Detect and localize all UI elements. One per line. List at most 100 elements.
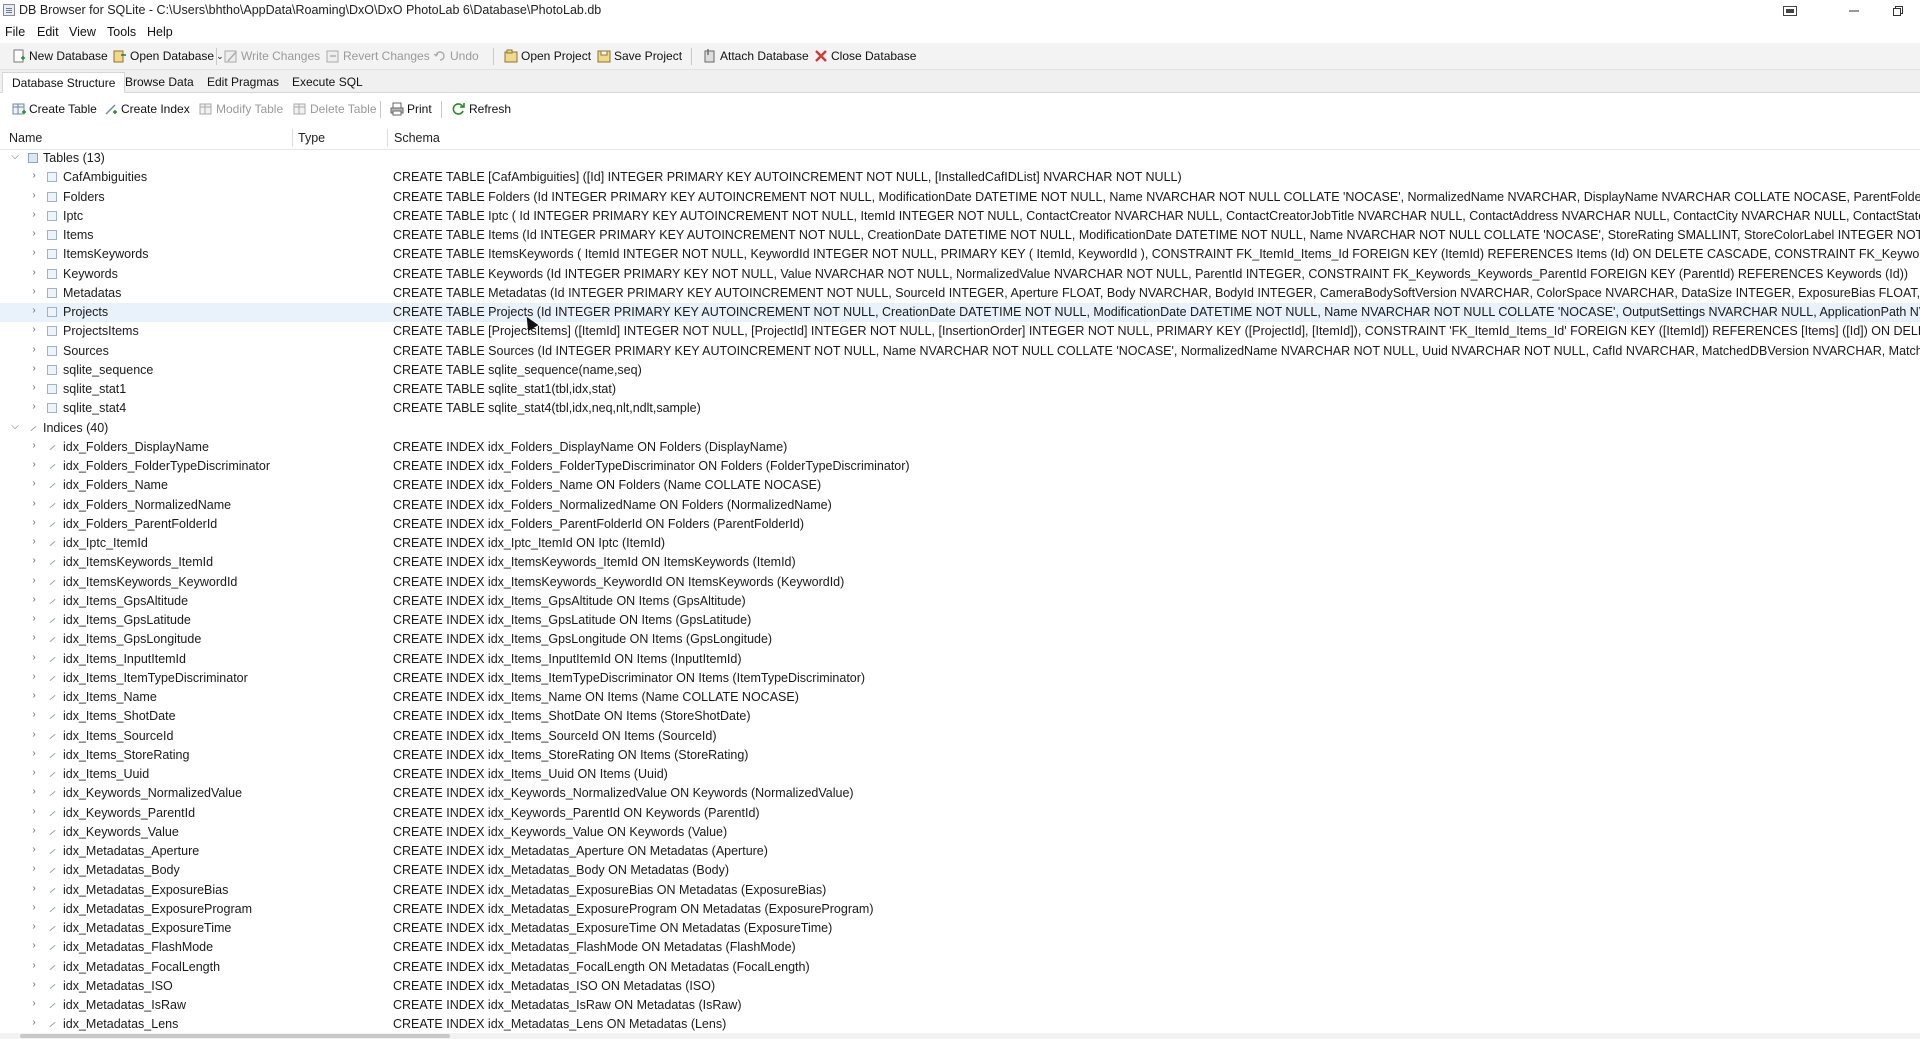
chevron-right-icon[interactable]: › (29, 768, 39, 778)
chevron-right-icon[interactable]: › (29, 209, 39, 220)
chevron-right-icon[interactable]: › (29, 460, 39, 470)
table-row[interactable]: › Sources CREATE TABLE Sources (Id INTEGER… (0, 342, 1920, 361)
chevron-right-icon[interactable]: › (29, 267, 39, 278)
save-project-button[interactable]: Save Project (597, 47, 682, 65)
chevron-right-icon[interactable]: › (29, 633, 39, 643)
delete-table-button[interactable]: Delete Table (293, 100, 377, 118)
chevron-right-icon[interactable]: › (29, 171, 39, 181)
index-row[interactable]: › idx_Metadatas_ISO CREATE INDEX idx_Metad… (0, 977, 1920, 996)
chevron-right-icon[interactable]: › (29, 479, 39, 489)
chevron-right-icon[interactable]: › (29, 517, 39, 528)
table-row[interactable]: › sqlite_stat4 CREATE TABLE sqlite_stat4(t… (0, 399, 1920, 418)
create-index-button[interactable]: Create Index (104, 100, 190, 118)
menu-edit[interactable]: Edit (37, 25, 59, 39)
chevron-right-icon[interactable]: › (29, 748, 39, 759)
index-row[interactable]: › idx_Keywords_Value CREATE INDEX idx_Keyw… (0, 823, 1920, 842)
undo-button[interactable]: Undo (433, 47, 479, 65)
menu-tools[interactable]: Tools (107, 25, 136, 39)
chevron-right-icon[interactable]: › (29, 845, 39, 855)
chevron-right-icon[interactable]: › (29, 248, 39, 258)
table-row[interactable]: › sqlite_stat1 CREATE TABLE sqlite_stat1(t… (0, 380, 1920, 399)
write-changes-button[interactable]: Write Changes (224, 47, 320, 65)
table-row[interactable]: › sqlite_sequence CREATE TABLE sqlite_sequ… (0, 361, 1920, 380)
column-divider[interactable] (387, 129, 388, 147)
chevron-right-icon[interactable]: › (29, 229, 39, 239)
close-database-button[interactable]: Close Database (814, 47, 916, 65)
chevron-right-icon[interactable]: › (29, 594, 39, 605)
index-row[interactable]: › idx_Folders_ParentFolderId CREATE INDEX … (0, 515, 1920, 534)
index-row[interactable]: › idx_Items_ShotDate CREATE INDEX idx_Item… (0, 707, 1920, 726)
chevron-right-icon[interactable]: › (29, 383, 39, 393)
index-row[interactable]: › idx_Folders_Name CREATE INDEX idx_Folder… (0, 476, 1920, 495)
chevron-down-icon[interactable]: ⌵ (10, 152, 20, 162)
chevron-right-icon[interactable]: › (29, 864, 39, 874)
index-row[interactable]: › idx_Folders_FolderTypeDiscriminator CREA… (0, 457, 1920, 476)
index-row[interactable]: › idx_Items_Name CREATE INDEX idx_Items_Na… (0, 688, 1920, 707)
index-row[interactable]: › idx_Items_InputItemId CREATE INDEX idx_I… (0, 650, 1920, 669)
menu-help[interactable]: Help (147, 25, 173, 39)
index-row[interactable]: › idx_Metadatas_Lens CREATE INDEX idx_Meta… (0, 1015, 1920, 1033)
index-row[interactable]: › idx_Items_Uuid CREATE INDEX idx_Items_Uu… (0, 765, 1920, 784)
index-row[interactable]: › idx_Iptc_ItemId CREATE INDEX idx_Iptc_It… (0, 534, 1920, 553)
chevron-right-icon[interactable]: › (29, 883, 39, 894)
table-row[interactable]: › ItemsKeywords CREATE TABLE ItemsKeywords… (0, 245, 1920, 264)
table-row[interactable]: › Iptc CREATE TABLE Iptc ( Id INTEGER PRIM… (0, 207, 1920, 226)
chevron-right-icon[interactable]: › (29, 344, 39, 355)
menu-view[interactable]: View (69, 25, 96, 39)
chevron-right-icon[interactable]: › (29, 979, 39, 990)
attach-database-button[interactable]: Attach Database (703, 47, 809, 65)
chevron-right-icon[interactable]: › (29, 729, 39, 740)
index-row[interactable]: › idx_Metadatas_Body CREATE INDEX idx_Meta… (0, 861, 1920, 880)
table-row[interactable]: › ProjectsItems CREATE TABLE [ProjectsItem… (0, 322, 1920, 341)
index-row[interactable]: › idx_Metadatas_ExposureTime CREATE INDEX … (0, 919, 1920, 938)
chevron-down-icon[interactable]: ⌵ (10, 421, 20, 432)
new-database-button[interactable]: New Database (12, 47, 108, 65)
index-row[interactable]: › idx_Metadatas_ExposureProgram CREATE IND… (0, 900, 1920, 919)
chevron-right-icon[interactable]: › (29, 652, 39, 663)
column-divider[interactable] (292, 129, 293, 147)
create-table-button[interactable]: Create Table (12, 100, 97, 118)
chevron-right-icon[interactable]: › (29, 402, 39, 412)
chevron-right-icon[interactable]: › (29, 614, 39, 624)
open-project-button[interactable]: Open Project (504, 47, 591, 65)
chevron-right-icon[interactable]: › (29, 575, 39, 586)
horizontal-scrollbar[interactable] (0, 1033, 1920, 1039)
chevron-right-icon[interactable]: › (29, 825, 39, 836)
chevron-right-icon[interactable]: › (29, 556, 39, 566)
index-row[interactable]: › idx_Keywords_ParentId CREATE INDEX idx_K… (0, 804, 1920, 823)
chevron-right-icon[interactable]: › (29, 922, 39, 932)
index-row[interactable]: › idx_Folders_DisplayName CREATE INDEX idx… (0, 438, 1920, 457)
tab-edit-pragmas[interactable]: Edit Pragmas (198, 72, 288, 92)
chevron-right-icon[interactable]: › (29, 363, 39, 374)
table-row[interactable]: › Keywords CREATE TABLE Keywords (Id INTEG… (0, 265, 1920, 284)
index-row[interactable]: › idx_ItemsKeywords_KeywordId CREATE INDEX… (0, 573, 1920, 592)
table-row[interactable]: › Folders CREATE TABLE Folders (Id INTEGER… (0, 188, 1920, 207)
scrollbar-thumb[interactable] (20, 1034, 450, 1038)
index-row[interactable]: › idx_ItemsKeywords_ItemId CREATE INDEX id… (0, 553, 1920, 572)
index-row[interactable]: › idx_Keywords_NormalizedValue CREATE INDE… (0, 784, 1920, 803)
chevron-right-icon[interactable]: › (29, 671, 39, 682)
refresh-button[interactable]: Refresh (452, 100, 511, 118)
index-row[interactable]: › idx_Items_ItemTypeDiscriminator CREATE I… (0, 669, 1920, 688)
maximize-icon[interactable] (1878, 0, 1918, 22)
chevron-right-icon[interactable]: › (29, 806, 39, 817)
open-database-button[interactable]: Open Database ⌄ (113, 47, 224, 65)
print-button[interactable]: Print (390, 100, 432, 118)
table-row[interactable]: › Projects CREATE TABLE Projects (Id INTEG… (0, 303, 1920, 323)
tables-group[interactable]: ⌵ Tables (13) (0, 149, 1920, 168)
chevron-right-icon[interactable]: › (29, 440, 39, 451)
index-row[interactable]: › idx_Items_SourceId CREATE INDEX idx_Item… (0, 727, 1920, 746)
modify-table-button[interactable]: Modify Table (199, 100, 283, 118)
revert-changes-button[interactable]: Revert Changes (326, 47, 430, 65)
index-row[interactable]: › idx_Metadatas_Aperture CREATE INDEX idx_… (0, 842, 1920, 861)
index-row[interactable]: › idx_Metadatas_ExposureBias CREATE INDEX … (0, 881, 1920, 900)
chevron-right-icon[interactable]: › (29, 960, 39, 971)
chevron-right-icon[interactable]: › (29, 190, 39, 201)
index-row[interactable]: › idx_Folders_NormalizedName CREATE INDEX … (0, 496, 1920, 515)
column-header-name[interactable]: Name (9, 131, 42, 145)
chevron-right-icon[interactable]: › (29, 999, 39, 1009)
chevron-right-icon[interactable]: › (29, 537, 39, 547)
table-row[interactable]: › Metadatas CREATE TABLE Metadatas (Id INT… (0, 284, 1920, 303)
index-row[interactable]: › idx_Items_GpsAltitude CREATE INDEX idx_I… (0, 592, 1920, 611)
index-row[interactable]: › idx_Items_GpsLongitude CREATE INDEX idx_… (0, 630, 1920, 649)
